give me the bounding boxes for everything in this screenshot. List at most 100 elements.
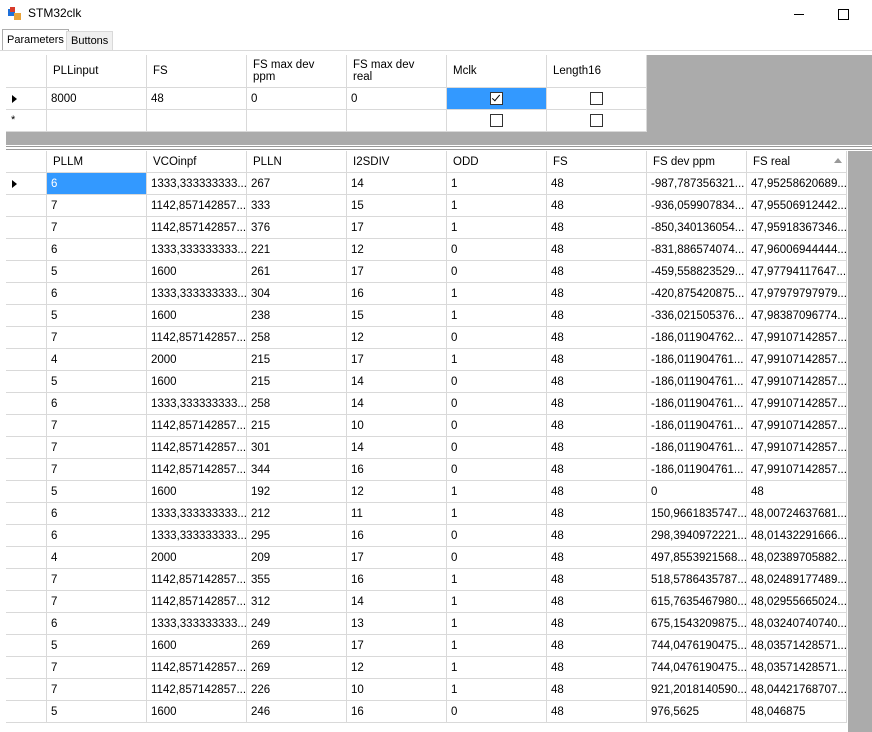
results-cell-fs[interactable]: 48 [547, 635, 647, 657]
results-cell-plln[interactable]: 261 [247, 261, 347, 283]
results-row-header[interactable] [6, 173, 47, 195]
results-cell-vcoinpf[interactable]: 1600 [147, 635, 247, 657]
fs-cell[interactable]: 48 [147, 88, 247, 110]
results-cell-plln[interactable]: 192 [247, 481, 347, 503]
results-cell-pllm[interactable]: 7 [47, 679, 147, 701]
results-cell-fs-dev-ppm[interactable]: -987,787356321... [647, 173, 747, 195]
results-cell-fs-dev-ppm[interactable]: 497,8553921568... [647, 547, 747, 569]
results-row-header[interactable] [6, 503, 47, 525]
results-cell-plln[interactable]: 344 [247, 459, 347, 481]
results-cell-plln[interactable]: 333 [247, 195, 347, 217]
results-cell-odd[interactable]: 1 [447, 569, 547, 591]
results-cell-fs-real[interactable]: 47,99107142857... [747, 459, 847, 481]
results-cell-plln[interactable]: 295 [247, 525, 347, 547]
results-cell-i2sdiv[interactable]: 11 [347, 503, 447, 525]
results-cell-fs[interactable]: 48 [547, 525, 647, 547]
results-row-header[interactable] [6, 239, 47, 261]
results-row-header[interactable] [6, 459, 47, 481]
results-cell-fs-dev-ppm[interactable]: -850,340136054... [647, 217, 747, 239]
results-cell-vcoinpf[interactable]: 1142,857142857... [147, 657, 247, 679]
results-cell-fs[interactable]: 48 [547, 261, 647, 283]
results-cell-odd[interactable]: 1 [447, 173, 547, 195]
results-cell-fs[interactable]: 48 [547, 657, 647, 679]
results-cell-vcoinpf[interactable]: 1333,333333333... [147, 613, 247, 635]
results-cell-vcoinpf[interactable]: 1600 [147, 371, 247, 393]
results-row-header[interactable] [6, 371, 47, 393]
splitter-line-top[interactable] [6, 146, 872, 147]
results-cell-fs-real[interactable]: 47,99107142857... [747, 415, 847, 437]
results-cell-odd[interactable]: 1 [447, 657, 547, 679]
results-cell-fs-dev-ppm[interactable]: 744,0476190475... [647, 635, 747, 657]
results-row-header[interactable] [6, 261, 47, 283]
results-cell-fs-real[interactable]: 48,02489177489... [747, 569, 847, 591]
results-cell-fs-dev-ppm[interactable]: -186,011904761... [647, 437, 747, 459]
results-cell-plln[interactable]: 301 [247, 437, 347, 459]
results-cell-fs-real[interactable]: 47,95258620689... [747, 173, 847, 195]
results-cell-fs[interactable]: 48 [547, 173, 647, 195]
results-header-odd[interactable]: ODD [447, 151, 547, 173]
results-row-header[interactable] [6, 569, 47, 591]
results-cell-pllm[interactable]: 5 [47, 635, 147, 657]
results-cell-vcoinpf[interactable]: 1600 [147, 305, 247, 327]
results-cell-fs-real[interactable]: 48,03571428571... [747, 635, 847, 657]
results-cell-plln[interactable]: 238 [247, 305, 347, 327]
results-cell-i2sdiv[interactable]: 14 [347, 437, 447, 459]
results-cell-odd[interactable]: 1 [447, 679, 547, 701]
results-cell-fs[interactable]: 48 [547, 415, 647, 437]
results-row-header[interactable] [6, 679, 47, 701]
params-new-cell-5[interactable] [547, 110, 647, 132]
results-cell-pllm[interactable]: 7 [47, 459, 147, 481]
results-row-header[interactable] [6, 701, 47, 723]
results-cell-fs-dev-ppm[interactable]: -186,011904762... [647, 327, 747, 349]
results-cell-odd[interactable]: 0 [447, 547, 547, 569]
params-header-1[interactable]: FS [147, 55, 247, 88]
results-cell-vcoinpf[interactable]: 2000 [147, 349, 247, 371]
results-header-pllm[interactable]: PLLM [47, 151, 147, 173]
results-cell-plln[interactable]: 258 [247, 393, 347, 415]
params-new-cell-2[interactable] [247, 110, 347, 132]
results-header-fs-dev-ppm[interactable]: FS dev ppm [647, 151, 747, 173]
results-row-header[interactable] [6, 657, 47, 679]
params-row-header[interactable] [6, 88, 47, 110]
results-header-fs-real[interactable]: FS real [747, 151, 847, 173]
results-cell-odd[interactable]: 1 [447, 503, 547, 525]
results-row-header[interactable] [6, 217, 47, 239]
pllinput-cell[interactable]: 8000 [47, 88, 147, 110]
results-cell-plln[interactable]: 312 [247, 591, 347, 613]
results-cell-vcoinpf[interactable]: 1142,857142857... [147, 569, 247, 591]
results-cell-fs-real[interactable]: 48,03240740740... [747, 613, 847, 635]
results-cell-vcoinpf[interactable]: 1333,333333333... [147, 239, 247, 261]
results-cell-plln[interactable]: 215 [247, 415, 347, 437]
results-row-header[interactable] [6, 525, 47, 547]
results-cell-pllm[interactable]: 7 [47, 217, 147, 239]
results-cell-fs-real[interactable]: 48,046875 [747, 701, 847, 723]
results-cell-fs-real[interactable]: 48 [747, 481, 847, 503]
results-cell-plln[interactable]: 258 [247, 327, 347, 349]
results-cell-vcoinpf[interactable]: 1333,333333333... [147, 393, 247, 415]
results-cell-vcoinpf[interactable]: 1142,857142857... [147, 437, 247, 459]
results-cell-plln[interactable]: 221 [247, 239, 347, 261]
results-cell-fs-dev-ppm[interactable]: 976,5625 [647, 701, 747, 723]
results-row-header[interactable] [6, 283, 47, 305]
results-cell-fs-real[interactable]: 47,95506912442... [747, 195, 847, 217]
results-cell-vcoinpf[interactable]: 1142,857142857... [147, 415, 247, 437]
results-cell-vcoinpf[interactable]: 1600 [147, 481, 247, 503]
results-cell-plln[interactable]: 267 [247, 173, 347, 195]
results-cell-odd[interactable]: 1 [447, 283, 547, 305]
results-cell-fs-dev-ppm[interactable]: -186,011904761... [647, 393, 747, 415]
results-cell-fs[interactable]: 48 [547, 459, 647, 481]
results-cell-fs-dev-ppm[interactable]: 921,2018140590... [647, 679, 747, 701]
results-cell-fs[interactable]: 48 [547, 393, 647, 415]
results-cell-fs-real[interactable]: 48,01432291666... [747, 525, 847, 547]
results-cell-vcoinpf[interactable]: 1333,333333333... [147, 283, 247, 305]
results-cell-i2sdiv[interactable]: 17 [347, 635, 447, 657]
results-cell-fs[interactable]: 48 [547, 371, 647, 393]
results-cell-vcoinpf[interactable]: 1142,857142857... [147, 327, 247, 349]
mclk-cell[interactable] [447, 88, 547, 110]
results-cell-fs-real[interactable]: 47,99107142857... [747, 327, 847, 349]
results-cell-i2sdiv[interactable]: 16 [347, 459, 447, 481]
results-cell-pllm[interactable]: 5 [47, 701, 147, 723]
results-cell-plln[interactable]: 215 [247, 349, 347, 371]
results-header-fs[interactable]: FS [547, 151, 647, 173]
results-cell-vcoinpf[interactable]: 1142,857142857... [147, 459, 247, 481]
